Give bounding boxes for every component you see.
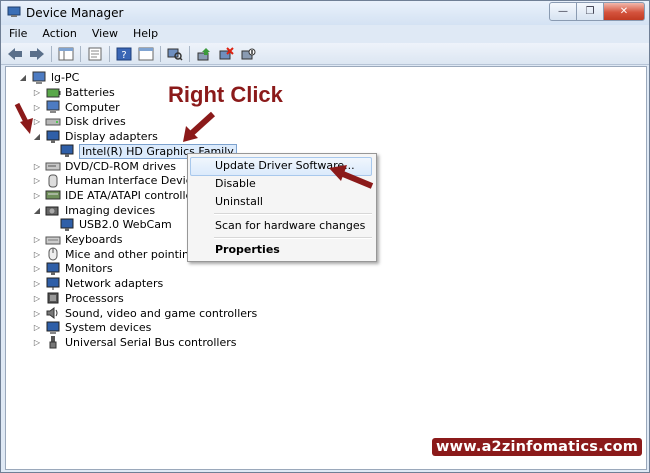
arrow-icon xyxy=(329,165,374,189)
watermark: www.a2zinfomatics.com xyxy=(432,438,643,456)
annotation-arrows xyxy=(14,102,374,189)
arrow-icon xyxy=(183,111,216,142)
arrow-icon xyxy=(14,102,33,134)
